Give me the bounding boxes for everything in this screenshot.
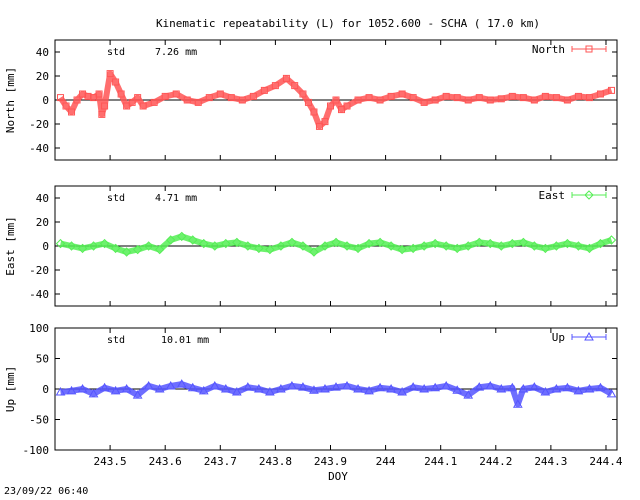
up-y-tick-label: 50 [36,353,49,366]
east-stat-value: 4.71 mm [155,193,197,204]
up-series-line [60,381,613,408]
east-y-tick-label: -20 [29,264,49,277]
x-tick-label: 244.3 [534,455,567,468]
up-y-tick-label: -50 [29,414,49,427]
north-y-tick-label: -20 [29,118,49,131]
north-y-tick-label: 20 [36,70,49,83]
up-y-tick-label: 100 [29,322,49,335]
x-tick-label: 243.7 [204,455,237,468]
north-stat-label: std [107,47,125,58]
up-legend-label: Up [552,331,565,344]
x-tick-label: 244.1 [424,455,457,468]
north-y-tick-label: 0 [42,94,49,107]
x-axis-label: DOY [328,470,348,483]
x-tick-label: 243.8 [259,455,292,468]
east-y-tick-label: 40 [36,192,49,205]
x-tick-label: 243.6 [149,455,182,468]
x-tick-label: 243.5 [94,455,127,468]
x-tick-label: 244.2 [479,455,512,468]
east-y-tick-label: 0 [42,240,49,253]
east-y-tick-label: -40 [29,288,49,301]
east-y-axis-label: East [mm] [4,216,17,276]
up-stat-label: std [107,335,125,346]
north-y-tick-label: -40 [29,142,49,155]
x-tick-label: 244 [376,455,396,468]
up-y-tick-label: -100 [23,444,50,457]
x-tick-label: 243.9 [314,455,347,468]
kinematic-chart: Kinematic repeatability (L) for 1052.600… [4,17,623,497]
x-tick-label: 244.4 [589,455,622,468]
up-y-tick-label: 0 [42,383,49,396]
north-legend-label: North [532,43,565,56]
east-y-tick-label: 20 [36,216,49,229]
north-y-tick-label: 40 [36,46,49,59]
north-y-axis-label: North [mm] [4,67,17,133]
east-legend-label: East [539,189,566,202]
east-stat-label: std [107,193,125,204]
chart-title: Kinematic repeatability (L) for 1052.600… [156,17,540,30]
north-stat-value: 7.26 mm [155,47,197,58]
up-stat-value: 10.01 mm [161,335,209,346]
up-y-axis-label: Up [mm] [4,366,17,412]
timestamp: 23/09/22 06:40 [4,486,88,496]
